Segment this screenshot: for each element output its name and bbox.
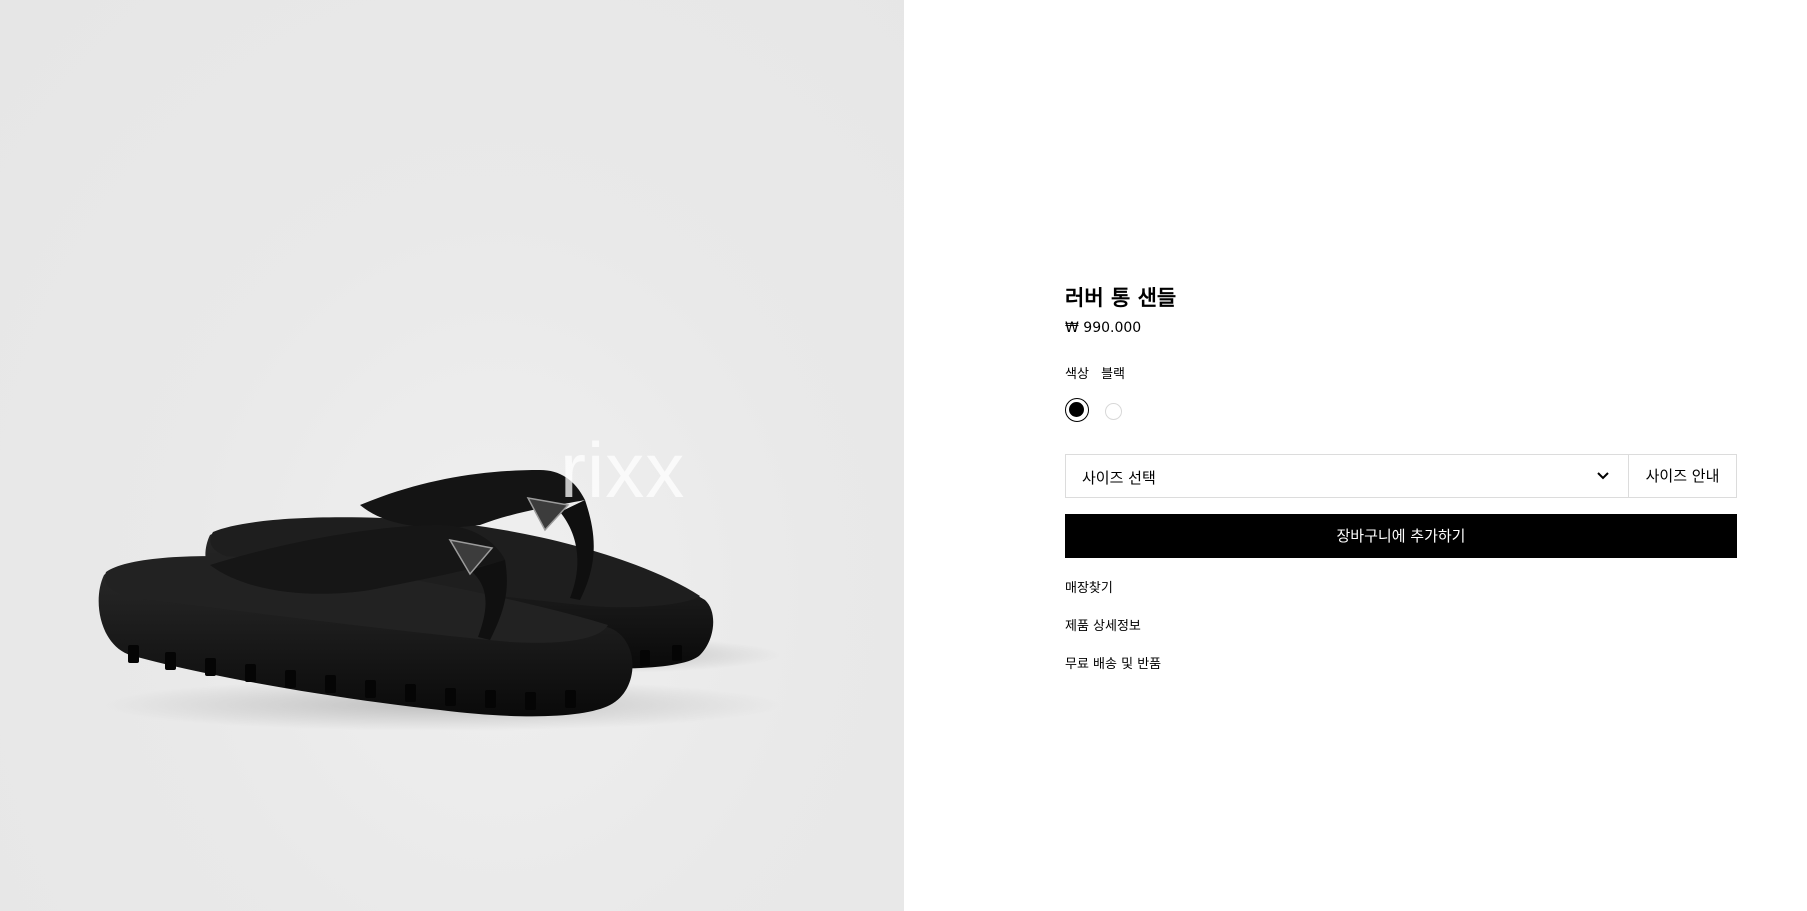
swatch-black[interactable] (1065, 398, 1089, 422)
size-row: 사이즈 선택 사이즈 안내 (1065, 454, 1737, 498)
product-page: rixx 러버 통 샌들 ₩ 990.000 색상 블랙 사이즈 선택 사이즈 … (0, 0, 1807, 911)
watermark-text: rixx (560, 426, 686, 514)
color-info: 색상 블랙 (1065, 363, 1125, 382)
add-to-cart-button[interactable]: 장바구니에 추가하기 (1065, 514, 1737, 558)
color-value: 블랙 (1101, 367, 1125, 382)
product-details-link[interactable]: 제품 상세정보 (1065, 615, 1141, 634)
store-locator-link[interactable]: 매장찾기 (1065, 577, 1113, 596)
product-title: 러버 통 샌들 (1065, 286, 1177, 310)
shipping-returns-link[interactable]: 무료 배송 및 반품 (1065, 653, 1161, 672)
size-select[interactable]: 사이즈 선택 (1065, 454, 1629, 498)
chevron-down-icon (1597, 472, 1609, 480)
swatch-white[interactable] (1105, 403, 1122, 420)
product-image: rixx (0, 0, 904, 911)
product-price: ₩ 990.000 (1065, 320, 1142, 336)
size-guide-button[interactable]: 사이즈 안내 (1628, 454, 1737, 498)
size-select-value: 사이즈 선택 (1082, 469, 1156, 487)
sandal-image (98, 470, 780, 731)
color-label: 색상 (1065, 367, 1089, 382)
